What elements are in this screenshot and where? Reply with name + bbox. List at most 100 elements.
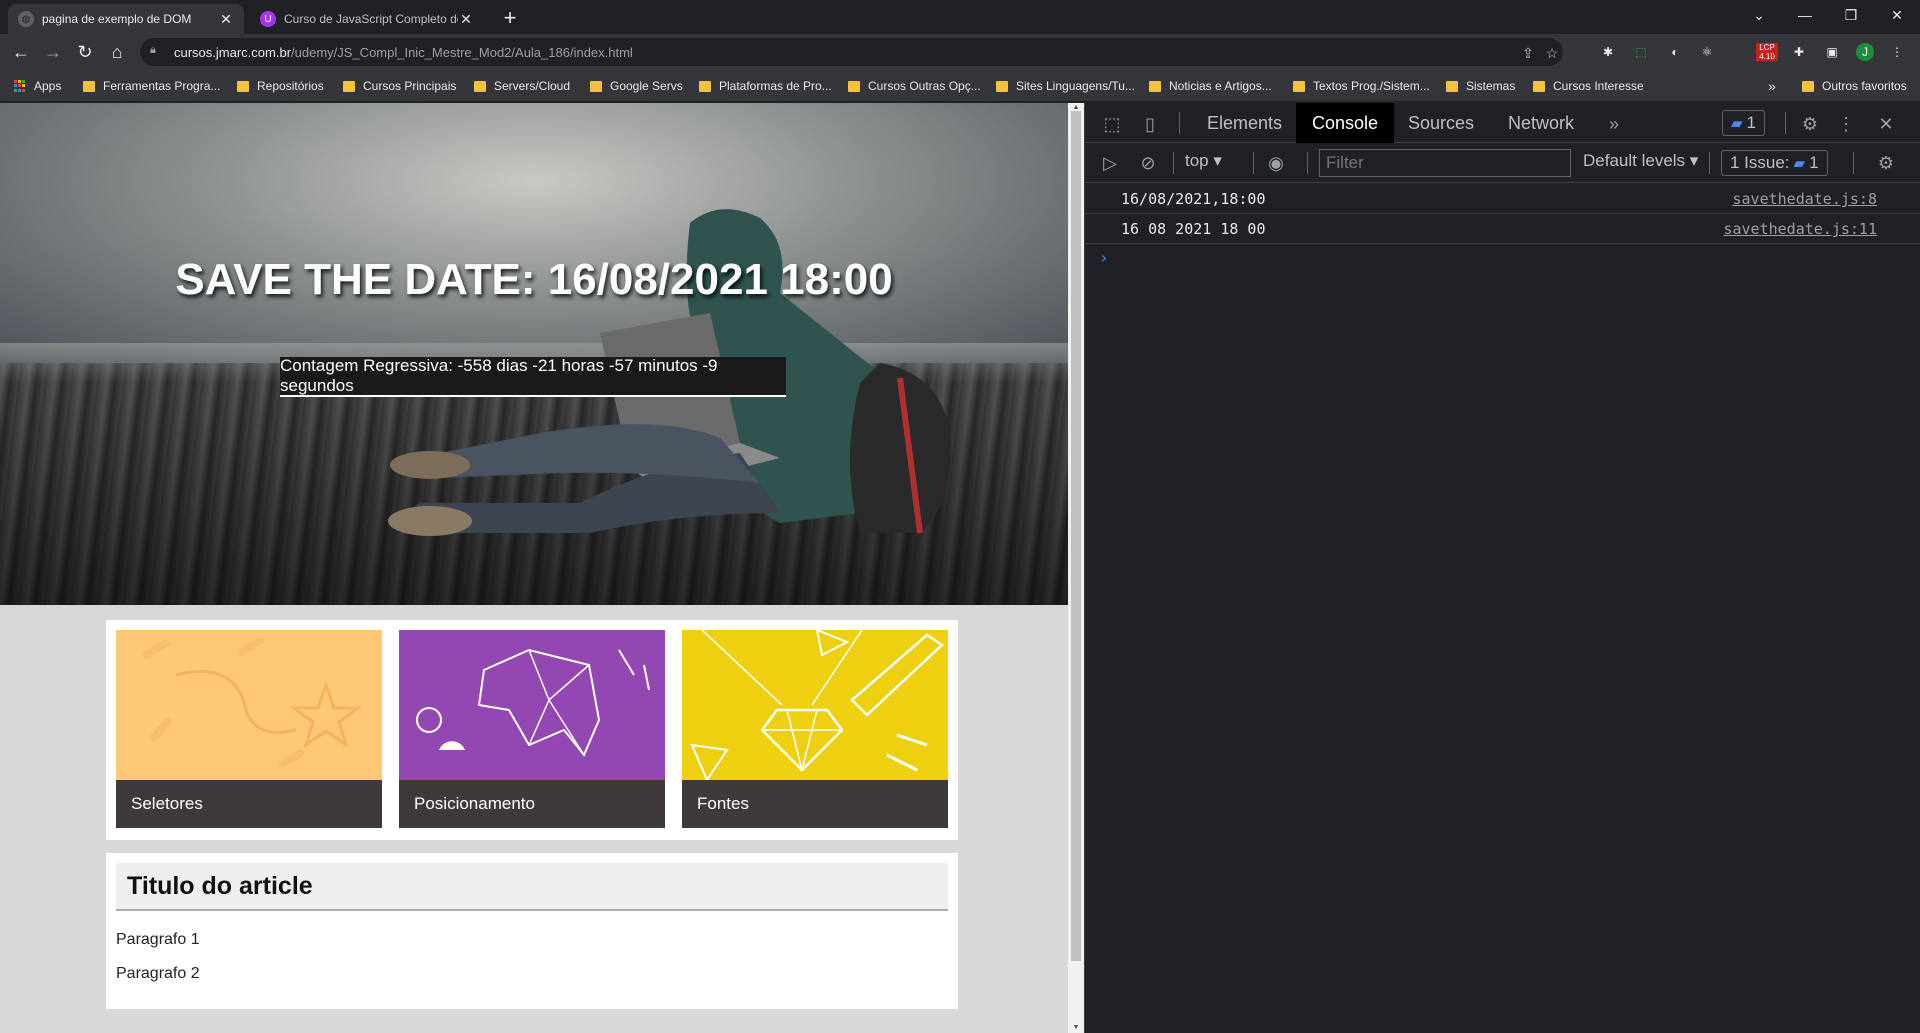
bookmark-folder[interactable]: Ferramentas Progra... (83, 78, 220, 94)
tab-inactive[interactable]: U Curso de JavaScript Completo do Inicia… (250, 4, 484, 34)
device-toolbar-icon[interactable]: ▯ (1139, 113, 1161, 135)
devtools-tab-network[interactable]: Network (1492, 103, 1590, 143)
bookmark-other-favorites[interactable]: Outros favoritos (1802, 78, 1907, 94)
console-message-text: 16/08/2021,18:00 (1121, 190, 1266, 208)
live-expression-eye-icon[interactable]: ◉ (1265, 152, 1287, 174)
separator (1709, 152, 1710, 174)
lcp-value: 4.10 (1759, 52, 1775, 61)
devtools-panel: ⬚ ▯ Elements Console Sources Network » ▰… (1084, 103, 1920, 1033)
card-image-star (116, 630, 382, 780)
bookmark-label: Google Servs (610, 79, 683, 93)
messages-badge[interactable]: ▰ 1 (1722, 110, 1766, 136)
close-devtools-icon[interactable]: ✕ (1875, 113, 1897, 135)
separator (1253, 152, 1254, 174)
bookmark-star-icon[interactable]: ☆ (1544, 45, 1560, 61)
folder-icon (237, 80, 249, 92)
console-source-link[interactable]: savethedate.js:8 (1733, 190, 1878, 208)
sidebar-toggle-icon[interactable]: ▷ (1099, 152, 1121, 174)
close-tab-icon[interactable]: ✕ (458, 11, 474, 27)
web-page-viewport: SAVE THE DATE: 16/08/2021 18:00 Contagem… (0, 103, 1068, 1033)
bookmark-label: Apps (34, 79, 62, 93)
console-filter-input[interactable] (1319, 149, 1571, 177)
page-scrollbar[interactable]: ▲ ▼ (1068, 103, 1084, 1033)
console-settings-gear-icon[interactable]: ⚙ (1875, 152, 1897, 174)
card-posicionamento[interactable]: Posicionamento (399, 630, 665, 828)
issues-count: 1 (1809, 153, 1819, 172)
bookmark-folder[interactable]: Sites Linguagens/Tu... (996, 78, 1135, 94)
card-label: Seletores (116, 780, 382, 828)
browser-toolbar: ← → ↻ ⌂ 🔒︎ cursos.jmarc.com.br/udemy/JS_… (0, 34, 1920, 70)
console-prompt[interactable]: › (1099, 248, 1109, 267)
scrollbar-thumb[interactable] (1071, 111, 1081, 961)
devtools-tabbar: ⬚ ▯ Elements Console Sources Network » ▰… (1085, 103, 1920, 143)
back-button[interactable]: ← (7, 38, 35, 66)
close-tab-icon[interactable]: ✕ (218, 11, 234, 27)
clear-console-icon[interactable]: ⊘ (1137, 152, 1159, 174)
settings-gear-icon[interactable]: ⚙ (1799, 113, 1821, 135)
bookmarks-overflow-button[interactable]: » (1768, 78, 1776, 94)
lock-icon[interactable]: 🔒︎ (150, 44, 166, 60)
bookmark-folder[interactable]: Repositórios (237, 78, 324, 94)
side-panel-icon[interactable]: ▣ (1823, 43, 1841, 61)
new-tab-button[interactable]: + (497, 6, 523, 32)
issues-badge[interactable]: 1 Issue: ▰ 1 (1721, 150, 1828, 176)
forward-button[interactable]: → (39, 38, 67, 66)
bookmark-label: Cursos Principais (363, 79, 457, 93)
bookmark-label: Sistemas (1466, 79, 1516, 93)
bookmark-folder[interactable]: Cursos Principais (343, 78, 456, 94)
share-icon[interactable]: ⇪ (1520, 45, 1536, 61)
tab-strip: ◍ pagina de exemplo de DOM ✕ U Curso de … (0, 0, 1920, 34)
bookmark-folder[interactable]: Servers/Cloud (474, 78, 570, 94)
folder-icon (474, 80, 486, 92)
card-seletores[interactable]: Seletores (116, 630, 382, 828)
bookmark-apps[interactable]: Apps (14, 78, 61, 94)
bookmark-folder[interactable]: Sistemas (1446, 78, 1515, 94)
hero-banner: SAVE THE DATE: 16/08/2021 18:00 Contagem… (0, 103, 1068, 605)
devtools-menu-icon[interactable]: ⋮ (1835, 113, 1857, 135)
tab-active[interactable]: ◍ pagina de exemplo de DOM ✕ (8, 4, 244, 34)
extensions-puzzle-icon[interactable]: ✚ (1790, 43, 1808, 61)
bookmark-folder[interactable]: Google Servs (590, 78, 683, 94)
devtools-tab-console[interactable]: Console (1296, 103, 1395, 143)
bookmark-folder[interactable]: Cursos Interesse (1533, 78, 1644, 94)
context-value: top (1185, 151, 1209, 170)
extension-react-icon[interactable]: ⚛ (1698, 43, 1716, 61)
reload-button[interactable]: ↻ (71, 38, 99, 66)
bookmark-folder[interactable]: Plataformas de Pro... (699, 78, 832, 94)
folder-icon (699, 80, 711, 92)
bookmark-folder[interactable]: Noticias e Artigos... (1149, 78, 1272, 94)
inspect-element-icon[interactable]: ⬚ (1101, 113, 1123, 135)
message-icon: ▰ (1731, 115, 1743, 132)
extension-lcp-icon[interactable]: LCP 4.10 (1756, 43, 1778, 61)
restore-button[interactable]: ❐ (1828, 0, 1874, 30)
more-tabs-icon[interactable]: » (1603, 113, 1625, 135)
separator (1173, 152, 1174, 174)
folder-icon (1446, 80, 1458, 92)
profile-avatar[interactable]: J (1856, 43, 1874, 61)
minimize-button[interactable]: — (1782, 0, 1828, 30)
levels-label: Default levels (1583, 151, 1686, 170)
tab-search-icon[interactable]: ⌄ (1736, 0, 1782, 30)
bookmark-folder[interactable]: Cursos Outras Opç... (848, 78, 981, 94)
udemy-icon: U (260, 11, 276, 27)
console-source-link[interactable]: savethedate.js:11 (1723, 220, 1877, 238)
folder-icon (1293, 80, 1305, 92)
issue-icon: ▰ (1793, 155, 1806, 172)
extension-circle-icon[interactable]: ◐ (1666, 43, 1684, 61)
menu-kebab-icon[interactable]: ⋮ (1888, 43, 1906, 61)
close-window-button[interactable]: ✕ (1874, 0, 1920, 30)
extension-gear-icon[interactable]: ✱ (1599, 43, 1617, 61)
bookmark-folder[interactable]: Textos Prog./Sistem... (1293, 78, 1430, 94)
folder-icon (343, 80, 355, 92)
devtools-tab-elements[interactable]: Elements (1191, 103, 1298, 143)
extension-screenshot-icon[interactable]: ⬚ (1632, 43, 1650, 61)
devtools-tab-sources[interactable]: Sources (1392, 103, 1490, 143)
card-fontes[interactable]: Fontes (682, 630, 948, 828)
scroll-down-arrow[interactable]: ▼ (1068, 1023, 1084, 1033)
context-selector[interactable]: top ▾ (1185, 151, 1222, 171)
folder-icon (996, 80, 1008, 92)
log-levels-dropdown[interactable]: Default levels ▾ (1583, 151, 1698, 171)
address-bar[interactable]: 🔒︎ cursos.jmarc.com.br/udemy/JS_Compl_In… (140, 38, 1563, 66)
separator (1179, 112, 1180, 134)
home-button[interactable]: ⌂ (103, 38, 131, 66)
